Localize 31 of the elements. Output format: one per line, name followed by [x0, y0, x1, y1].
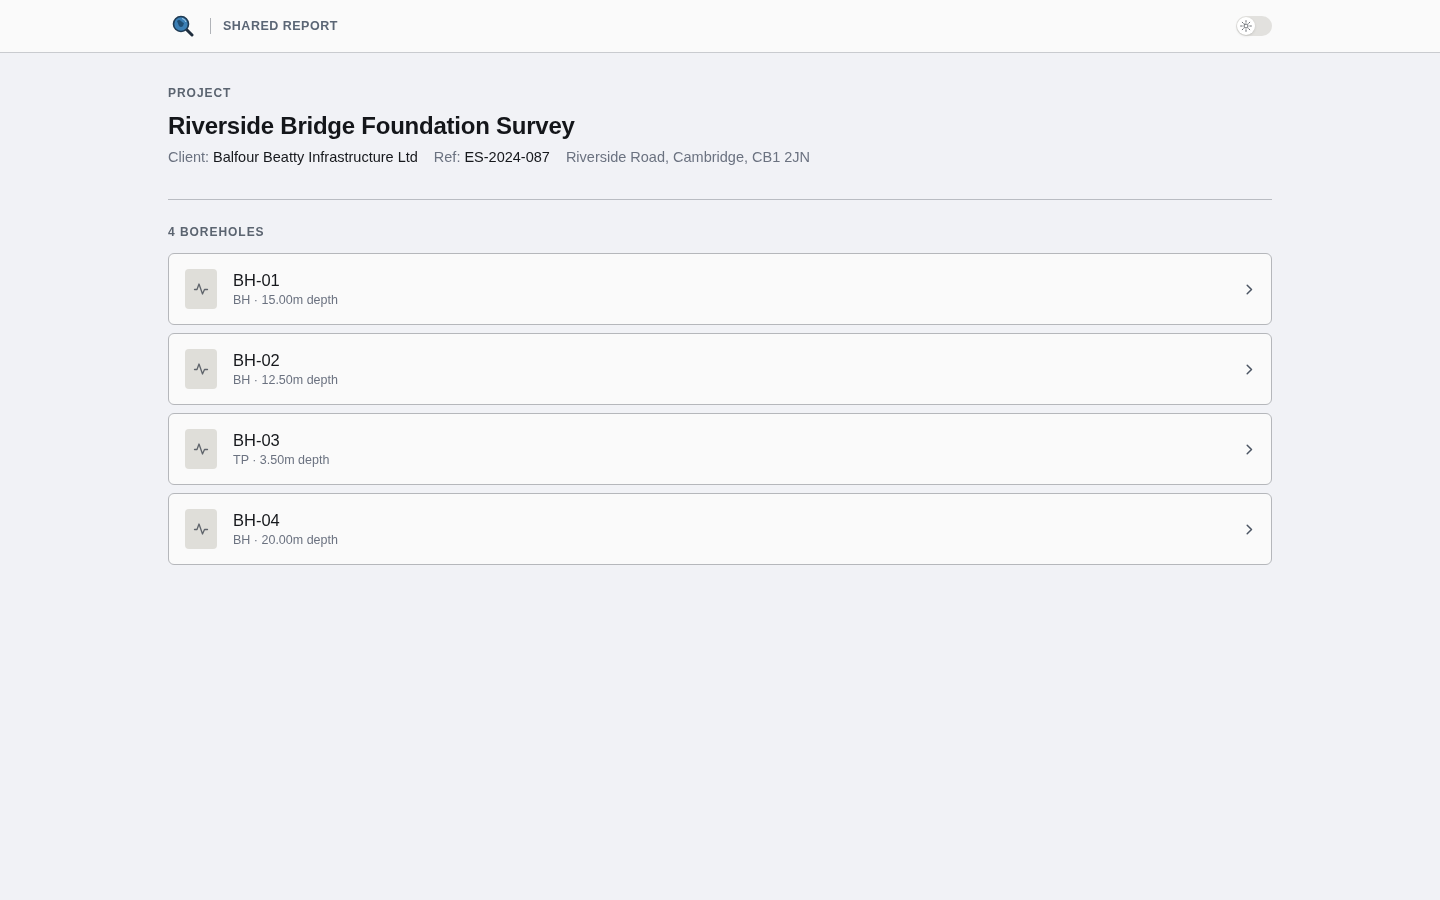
- borehole-details: BH · 12.50m depth: [233, 372, 338, 389]
- pulse-icon: [185, 349, 217, 389]
- pulse-icon: [185, 429, 217, 469]
- borehole-details: TP · 3.50m depth: [233, 452, 330, 469]
- borehole-name: BH-02: [233, 350, 281, 371]
- pulse-icon: [185, 269, 217, 309]
- chevron-right-icon: [1246, 363, 1253, 375]
- globe-magnifier-logo-icon: [172, 15, 194, 37]
- section-label: 4 BOREHOLES: [168, 224, 266, 240]
- chevron-right-icon: [1246, 523, 1253, 535]
- section-label: PROJECT: [168, 85, 233, 101]
- chevron-right-icon: [1246, 443, 1253, 455]
- borehole-name: BH-01: [233, 270, 281, 291]
- meta-value: ES-2024-087: [464, 148, 550, 167]
- project-title: Riverside Bridge Foundation Survey: [168, 111, 576, 141]
- report-label: SHARED REPORT: [223, 17, 338, 35]
- meta-label: Client:: [168, 148, 210, 167]
- chevron-right-icon: [1246, 283, 1253, 295]
- borehole-name: BH-03: [233, 430, 281, 451]
- borehole-card[interactable]: BH-03 TP · 3.50m depth: [168, 413, 1272, 485]
- borehole-details: BH · 15.00m depth: [233, 292, 338, 309]
- pulse-icon: [185, 509, 217, 549]
- theme-toggle[interactable]: [1236, 16, 1272, 36]
- meta-label: Ref:: [433, 148, 461, 167]
- borehole-card[interactable]: BH-04 BH · 20.00m depth: [168, 493, 1272, 565]
- borehole-card[interactable]: BH-01 BH · 15.00m depth: [168, 253, 1272, 325]
- borehole-details: BH · 20.00m depth: [233, 532, 338, 549]
- meta-value: Balfour Beatty Infrastructure Ltd: [213, 148, 418, 167]
- borehole-card[interactable]: BH-02 BH · 12.50m depth: [168, 333, 1272, 405]
- location-text: Riverside Road, Cambridge, CB1 2JN: [565, 148, 811, 167]
- borehole-name: BH-04: [233, 510, 281, 531]
